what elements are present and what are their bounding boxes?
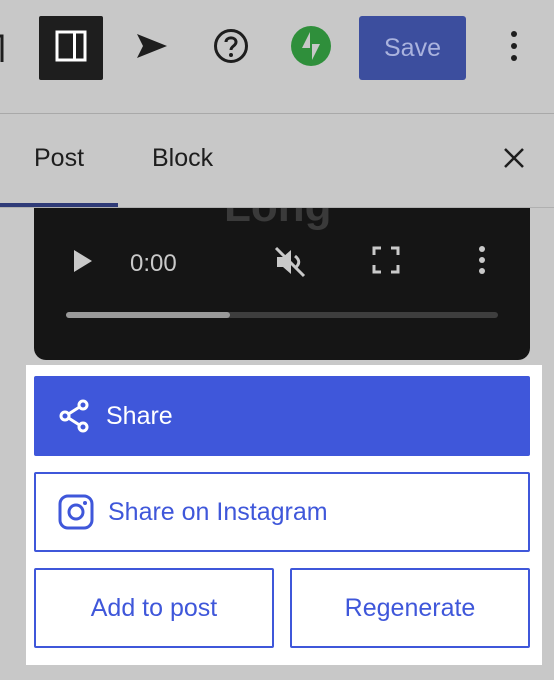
jetpack-icon — [290, 25, 332, 72]
instagram-icon — [56, 492, 96, 532]
settings-sidebar: Post Block Long 0:00 — [0, 114, 554, 680]
vertical-ellipsis-icon — [510, 30, 518, 67]
save-button[interactable]: Save — [359, 16, 466, 80]
video-options-button[interactable] — [470, 242, 494, 282]
share-button-label: Share — [106, 401, 173, 430]
active-tab-indicator — [0, 203, 118, 207]
play-button[interactable] — [68, 248, 98, 278]
vertical-ellipsis-icon — [478, 245, 486, 280]
help-button[interactable] — [207, 24, 255, 72]
publish-send-button[interactable] — [128, 24, 176, 72]
regenerate-button[interactable]: Regenerate — [290, 568, 530, 648]
share-panel: Share Share on Instagram Add to post Reg… — [26, 365, 542, 665]
close-sidebar-button[interactable] — [494, 140, 534, 180]
fullscreen-icon — [372, 246, 400, 279]
mute-button[interactable] — [272, 246, 308, 282]
partial-icon — [0, 28, 14, 68]
share-button[interactable]: Share — [34, 376, 530, 456]
video-frame-text: Long — [224, 208, 332, 232]
play-icon — [72, 248, 94, 279]
help-icon — [213, 28, 249, 69]
tab-block[interactable]: Block — [152, 144, 213, 173]
sidebar-icon — [55, 30, 87, 67]
muted-speaker-icon — [273, 245, 307, 284]
sidebar-toggle-button[interactable] — [39, 16, 103, 80]
close-icon — [503, 147, 525, 174]
sidebar-tabs: Post Block — [0, 114, 554, 208]
video-player[interactable]: Long 0:00 — [34, 208, 530, 360]
add-to-post-button[interactable]: Add to post — [34, 568, 274, 648]
share-on-instagram-button[interactable]: Share on Instagram — [34, 472, 530, 552]
video-time: 0:00 — [130, 250, 177, 277]
share-icon — [54, 396, 94, 436]
send-icon — [135, 31, 169, 66]
instagram-button-label: Share on Instagram — [108, 497, 328, 526]
more-options-button[interactable] — [490, 24, 538, 72]
tab-post[interactable]: Post — [34, 144, 84, 173]
fullscreen-button[interactable] — [370, 246, 402, 278]
editor-toolbar: Save — [0, 0, 554, 114]
video-progress-bar[interactable] — [66, 312, 498, 318]
video-progress-fill — [66, 312, 231, 318]
jetpack-button[interactable] — [287, 24, 335, 72]
